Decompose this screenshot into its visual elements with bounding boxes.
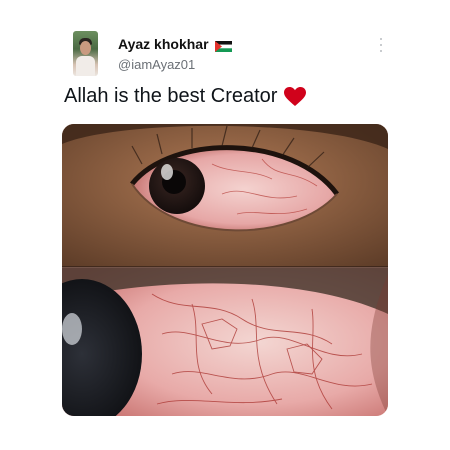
- palestine-flag-icon: [214, 39, 232, 52]
- author-name-row: Ayaz khokhar: [118, 36, 232, 52]
- eye-closeup-image: [62, 124, 388, 416]
- avatar-face: [80, 41, 91, 55]
- author-display-name[interactable]: Ayaz khokhar: [118, 36, 209, 52]
- tweet-card: Ayaz khokhar @iamAyaz01 Allah is the bes…: [0, 0, 450, 450]
- tweet-text: Allah is the best Creator: [64, 85, 278, 107]
- avatar-shirt: [76, 56, 95, 76]
- tweet-text-row: Allah is the best Creator: [64, 85, 307, 108]
- author-handle[interactable]: @iamAyaz01: [118, 57, 195, 72]
- red-heart-icon: [284, 86, 307, 107]
- avatar[interactable]: [73, 31, 98, 76]
- more-options-icon[interactable]: [378, 38, 384, 52]
- tweet-media-image[interactable]: [62, 124, 388, 416]
